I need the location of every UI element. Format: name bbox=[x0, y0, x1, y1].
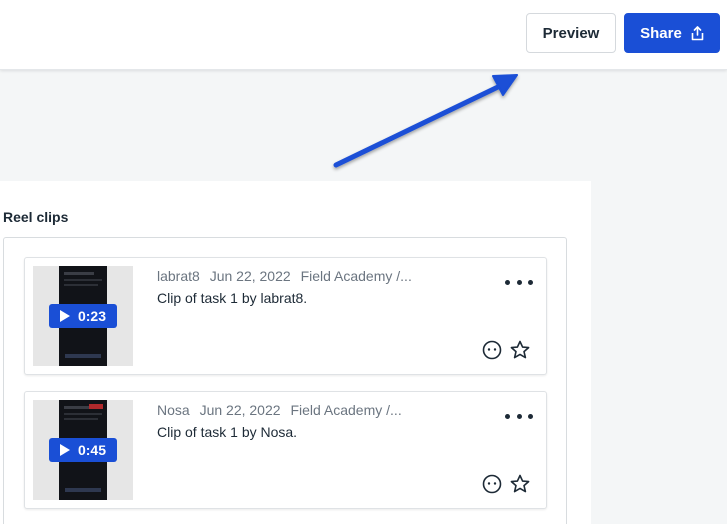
play-button[interactable]: 0:45 bbox=[49, 438, 117, 462]
more-options-icon[interactable] bbox=[505, 408, 533, 424]
star-icon[interactable] bbox=[509, 339, 531, 361]
clip-card[interactable]: 0:45 Nosa Jun 22, 2022 Field Academy /..… bbox=[24, 391, 547, 509]
reaction-face-icon[interactable] bbox=[481, 339, 503, 361]
clip-description: Clip of task 1 by labrat8. bbox=[157, 290, 308, 306]
play-icon bbox=[59, 444, 70, 456]
clip-meta: labrat8 Jun 22, 2022 Field Academy /... bbox=[157, 268, 418, 284]
clip-date: Jun 22, 2022 bbox=[209, 268, 291, 284]
clip-thumbnail[interactable]: 0:23 bbox=[33, 266, 133, 366]
play-icon bbox=[59, 310, 70, 322]
top-toolbar: Preview Share bbox=[0, 0, 727, 70]
clip-description: Clip of task 1 by Nosa. bbox=[157, 424, 298, 440]
clip-author: labrat8 bbox=[157, 268, 200, 284]
clip-card[interactable]: 0:23 labrat8 Jun 22, 2022 Field Academy … bbox=[24, 257, 547, 375]
clip-project[interactable]: Field Academy /... bbox=[301, 268, 412, 284]
share-button[interactable]: Share bbox=[624, 13, 720, 53]
clip-date: Jun 22, 2022 bbox=[199, 402, 281, 418]
preview-button[interactable]: Preview bbox=[526, 13, 616, 53]
clip-meta: Nosa Jun 22, 2022 Field Academy /... bbox=[157, 402, 408, 418]
more-options-icon[interactable] bbox=[505, 274, 533, 290]
clip-thumbnail[interactable]: 0:45 bbox=[33, 400, 133, 500]
star-icon[interactable] bbox=[509, 473, 531, 495]
preview-button-label: Preview bbox=[542, 24, 600, 42]
reel-clips-heading: Reel clips bbox=[3, 209, 69, 225]
reaction-face-icon[interactable] bbox=[481, 473, 503, 495]
clip-duration: 0:23 bbox=[77, 308, 107, 324]
share-upload-icon bbox=[691, 25, 704, 40]
clip-duration: 0:45 bbox=[77, 442, 107, 458]
play-button[interactable]: 0:23 bbox=[49, 304, 117, 328]
share-button-label: Share bbox=[640, 24, 682, 42]
clip-project[interactable]: Field Academy /... bbox=[290, 402, 401, 418]
clip-author: Nosa bbox=[157, 402, 190, 418]
